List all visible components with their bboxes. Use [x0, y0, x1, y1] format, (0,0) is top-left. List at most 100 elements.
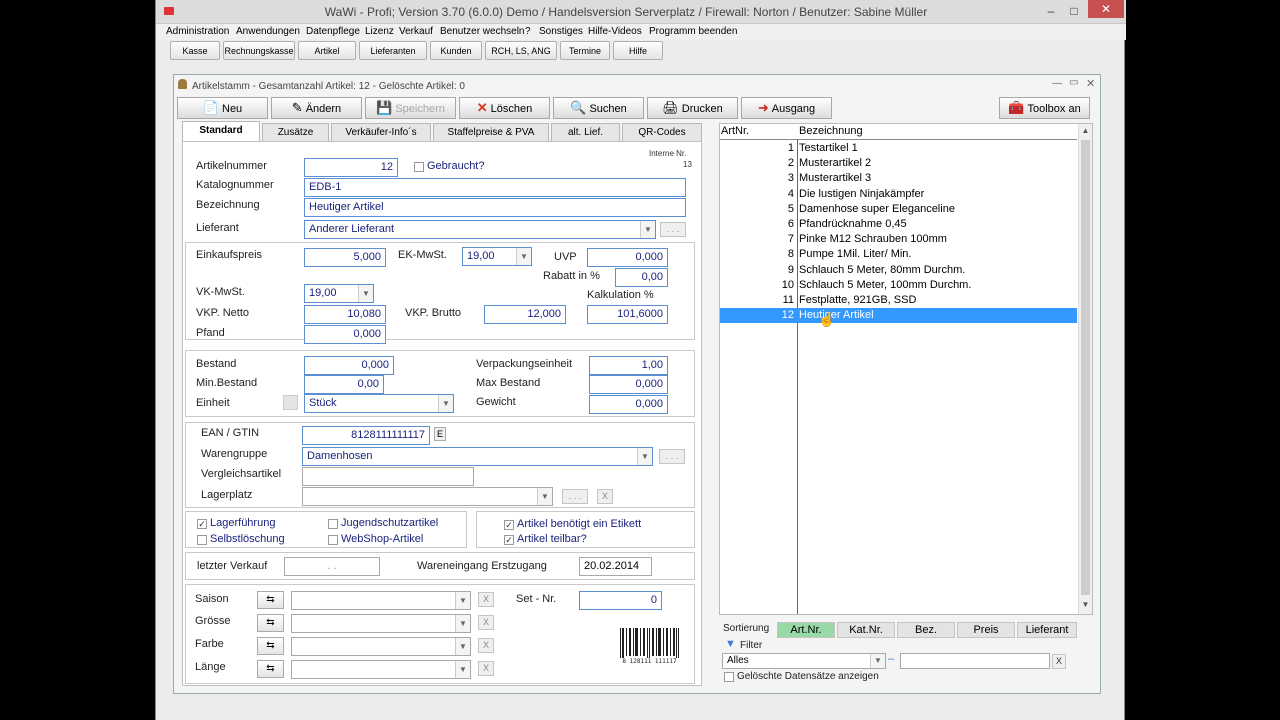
pfand-field[interactable]: 0,000 — [304, 325, 386, 344]
etikett-checkbox[interactable]: ✓ — [504, 520, 514, 530]
min-bestand-field[interactable]: 0,00 — [304, 375, 384, 394]
list-row[interactable]: 2 Musterartikel 2 — [720, 156, 1077, 171]
tab-qr-codes[interactable]: QR-Codes — [622, 123, 702, 142]
warengruppe-select[interactable]: Damenhosen ▼ — [302, 447, 653, 466]
speichern-button[interactable]: 💾 Speichern — [365, 97, 456, 119]
quick-lieferanten[interactable]: Lieferanten — [359, 41, 427, 60]
list-row[interactable]: 10 Schlauch 5 Meter, 100mm Durchm. — [720, 278, 1077, 293]
quick-termine[interactable]: Termine — [560, 41, 610, 60]
lieferant-select[interactable]: Anderer Lieferant ▼ — [304, 220, 656, 239]
lagerplatz-clear-button[interactable]: X — [597, 489, 613, 504]
einkaufspreis-field[interactable]: 5,000 — [304, 248, 386, 267]
list-row[interactable]: 4 Die lustigen Ninjakämpfer — [720, 187, 1077, 202]
child-minimize-button[interactable]: — — [1052, 78, 1062, 89]
child-close-button[interactable]: ✕ — [1086, 77, 1095, 90]
gebraucht-checkbox[interactable] — [414, 162, 424, 172]
list-row[interactable]: 7 Pinke M12 Schrauben 100mm — [720, 232, 1077, 247]
uvp-field[interactable]: 0,000 — [587, 248, 668, 267]
filter-clear-button[interactable]: X — [1052, 654, 1066, 669]
show-deleted-checkbox[interactable] — [724, 672, 734, 682]
saison-link-button[interactable]: ⇆ — [257, 591, 284, 609]
vergleichsartikel-field[interactable] — [302, 467, 474, 486]
selbstloeschung-checkbox[interactable] — [197, 535, 207, 545]
filter-select[interactable]: Alles ▼ — [722, 653, 886, 669]
vkp-netto-field[interactable]: 10,080 — [304, 305, 386, 324]
list-row[interactable]: 6 Pfandrücknahme 0,45 — [720, 217, 1077, 232]
lagerplatz-browse-button[interactable]: . . . — [562, 489, 588, 504]
list-row[interactable]: 9 Schlauch 5 Meter, 80mm Durchm. — [720, 263, 1077, 278]
quick-kunden[interactable]: Kunden — [430, 41, 482, 60]
warengruppe-browse-button[interactable]: . . . — [659, 449, 685, 464]
sort-bez-button[interactable]: Bez. — [897, 622, 955, 638]
tab-alt-lief[interactable]: alt. Lief. — [551, 123, 620, 142]
lieferant-browse-button[interactable]: . . . — [660, 222, 686, 237]
lagerplatz-select[interactable]: ▼ — [302, 487, 553, 506]
tab-verkaeufer-infos[interactable]: Verkäufer-Info´s — [331, 123, 431, 142]
ek-mwst-select[interactable]: 19,00 ▼ — [462, 247, 532, 266]
jugendschutz-checkbox[interactable] — [328, 519, 338, 529]
artikelnummer-field[interactable]: 12 — [304, 158, 398, 177]
laenge-select[interactable]: ▼ — [291, 660, 471, 679]
letzter-verkauf-field[interactable]: . . — [284, 557, 380, 576]
loeschen-button[interactable]: ✕ Löschen — [459, 97, 550, 119]
bezeichnung-field[interactable]: Heutiger Artikel — [304, 198, 686, 217]
quick-rch-ls-ang[interactable]: RCH, LS, ANG — [485, 41, 557, 60]
wareneingang-field[interactable]: 20.02.2014 — [579, 557, 652, 576]
verpackung-field[interactable]: 1,00 — [589, 356, 668, 375]
col-bezeichnung-header[interactable]: Bezeichnung — [799, 125, 863, 137]
menu-verkauf[interactable]: Verkauf — [399, 26, 433, 37]
einheit-picker-button[interactable] — [283, 395, 298, 410]
katalognummer-field[interactable]: EDB-1 — [304, 178, 686, 197]
article-list[interactable]: ArtNr. Bezeichnung 1 Testartikel 1 2 Muster… — [719, 123, 1093, 615]
close-button[interactable]: ✕ — [1088, 0, 1124, 18]
webshop-checkbox[interactable] — [328, 535, 338, 545]
menu-programm-beenden[interactable]: Programm beenden — [649, 26, 737, 37]
gewicht-field[interactable]: 0,000 — [589, 395, 668, 414]
kalkulation-field[interactable]: 101,6000 — [587, 305, 668, 324]
scroll-up-icon[interactable]: ▲ — [1079, 126, 1092, 135]
einheit-select[interactable]: Stück ▼ — [304, 394, 454, 413]
list-row[interactable]: 11 Festplatte, 921GB, SSD — [720, 293, 1077, 308]
tab-standard[interactable]: Standard — [182, 121, 260, 142]
quick-artikel[interactable]: Artikel — [298, 41, 356, 60]
laenge-clear-button[interactable]: X — [478, 661, 494, 676]
sort-artnr-button[interactable]: Art.Nr. — [777, 622, 835, 638]
laenge-link-button[interactable]: ⇆ — [257, 660, 284, 678]
menu-administration[interactable]: Administration — [166, 26, 229, 37]
ean-generate-button[interactable]: E — [434, 427, 446, 441]
col-artnr-header[interactable]: ArtNr. — [721, 125, 749, 137]
quick-kasse[interactable]: Kasse — [170, 41, 220, 60]
neu-button[interactable]: 📄 Neu — [177, 97, 268, 119]
groesse-link-button[interactable]: ⇆ — [257, 614, 284, 632]
menu-hilfe-videos[interactable]: Hilfe-Videos — [588, 26, 642, 37]
list-row[interactable]: 1 Testartikel 1 — [720, 141, 1077, 156]
farbe-link-button[interactable]: ⇆ — [257, 637, 284, 655]
child-restore-button[interactable]: ▭ — [1069, 77, 1078, 88]
ausgang-button[interactable]: ➜ Ausgang — [741, 97, 832, 119]
list-row[interactable]: 12 Heutiger Artikel — [720, 308, 1077, 324]
menu-datenpflege[interactable]: Datenpflege — [306, 26, 360, 37]
saison-clear-button[interactable]: X — [478, 592, 494, 607]
list-scrollbar[interactable]: ▲ ▼ — [1078, 124, 1092, 614]
list-row[interactable]: 5 Damenhose super Eleganceline — [720, 202, 1077, 217]
groesse-select[interactable]: ▼ — [291, 614, 471, 633]
list-row[interactable]: 8 Pumpe 1Mil. Liter/ Min. — [720, 247, 1077, 262]
filter-text-field[interactable] — [900, 653, 1050, 669]
minimize-button[interactable]: – — [1041, 3, 1061, 19]
set-nr-field[interactable]: 0 — [579, 591, 662, 610]
scroll-thumb[interactable] — [1081, 140, 1090, 595]
tab-zusaetze[interactable]: Zusätze — [262, 123, 329, 142]
sort-lieferant-button[interactable]: Lieferant — [1017, 622, 1077, 638]
menu-lizenz[interactable]: Lizenz — [365, 26, 394, 37]
sort-katnr-button[interactable]: Kat.Nr. — [837, 622, 895, 638]
vk-mwst-select[interactable]: 19,00 ▼ — [304, 284, 374, 303]
lagerfuehrung-checkbox[interactable]: ✓ — [197, 519, 207, 529]
farbe-select[interactable]: ▼ — [291, 637, 471, 656]
maximize-button[interactable]: □ — [1064, 3, 1084, 19]
scroll-down-icon[interactable]: ▼ — [1079, 600, 1092, 609]
quick-rechnungskasse[interactable]: Rechnungskasse — [223, 41, 295, 60]
rabatt-field[interactable]: 0,00 — [615, 268, 668, 287]
quick-hilfe[interactable]: Hilfe — [613, 41, 663, 60]
menu-benutzer-wechseln[interactable]: Benutzer wechseln — [440, 26, 525, 37]
menu-help[interactable]: ? — [525, 26, 531, 37]
